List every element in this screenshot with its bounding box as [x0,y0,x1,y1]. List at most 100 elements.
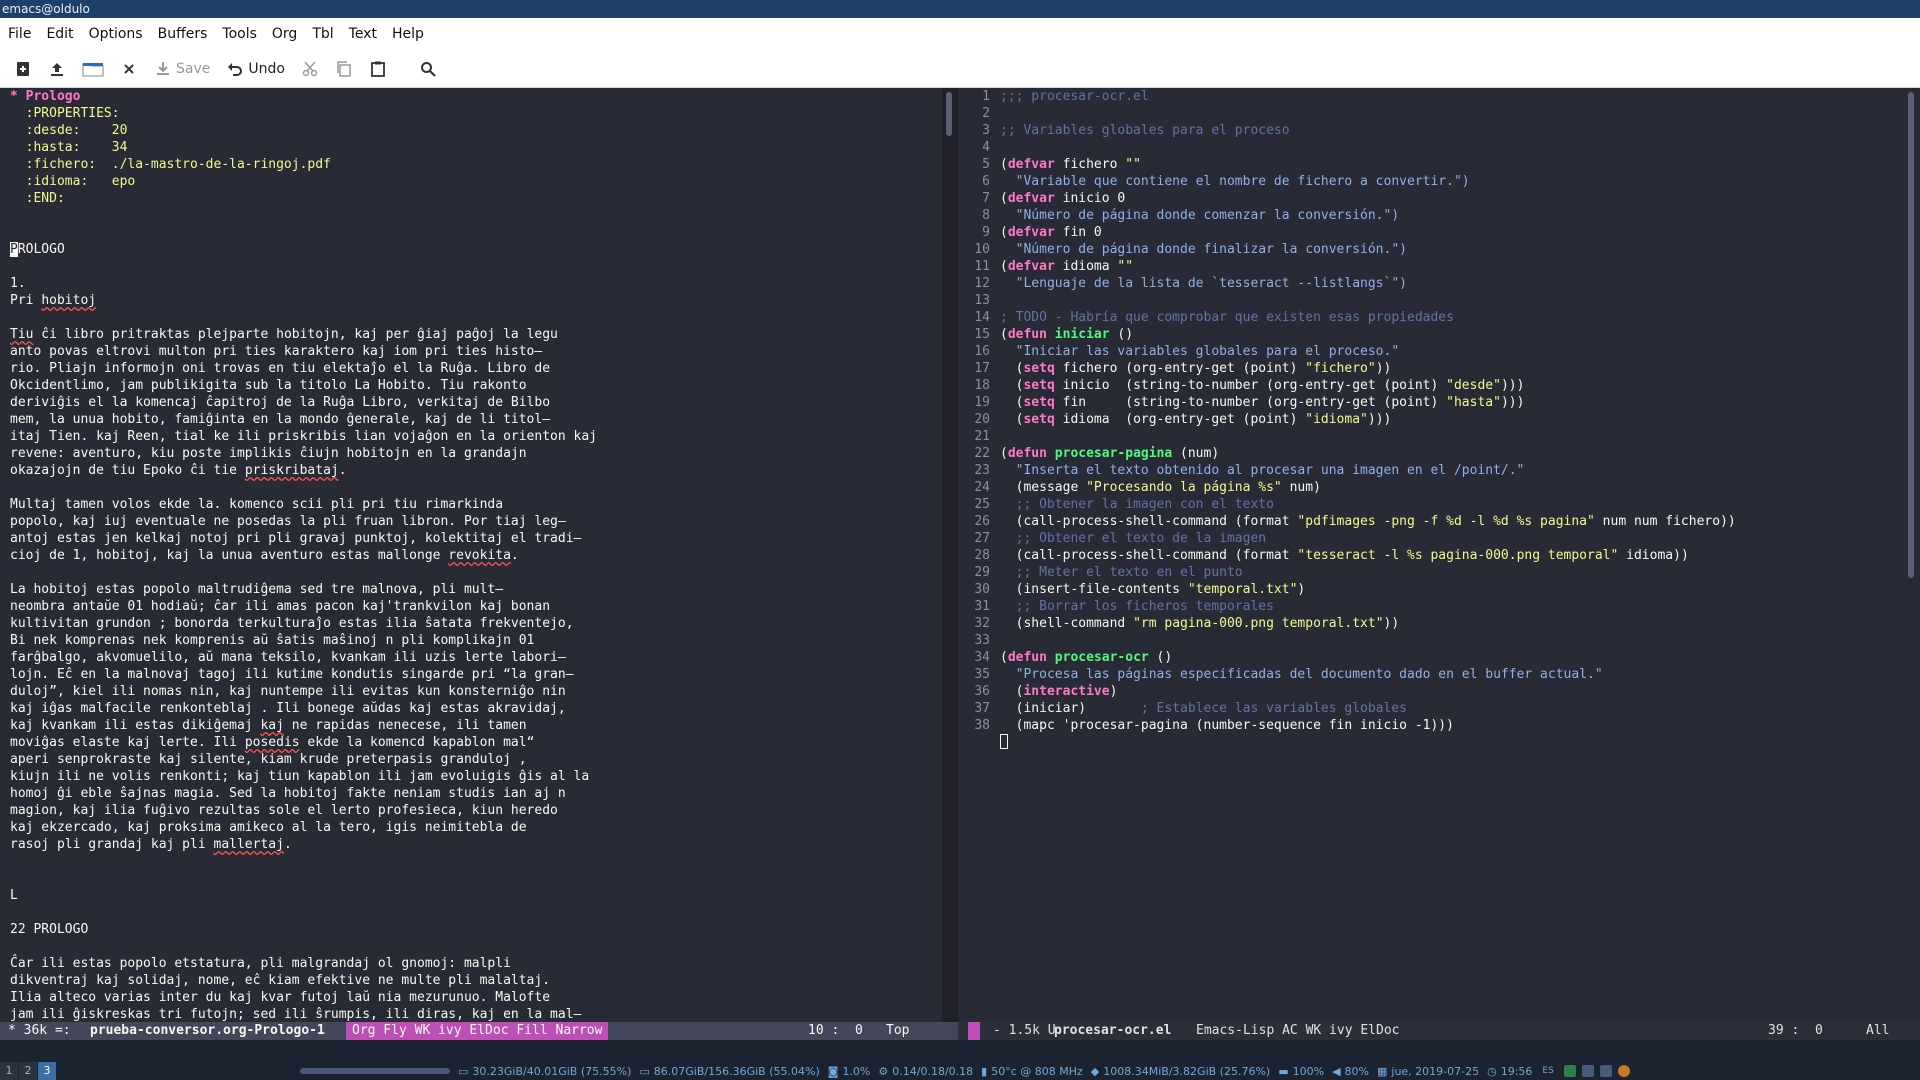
text-line[interactable]: kaj kvankam ili estas dikiĝemaj kaj ne r… [10,717,942,734]
text-line[interactable]: mem, la unua hobito, famiĝinta en la mon… [10,411,942,428]
modeline-buffer-name[interactable]: prueba-conversor.org-Prologo-1 [90,1022,325,1040]
code-line[interactable]: 18 (setq inicio (string-to-number (org-e… [958,377,1902,394]
text-line[interactable]: anto povas eltrovi multon pri ties karak… [10,343,942,360]
menu-edit[interactable]: Edit [46,26,73,42]
search-button[interactable] [419,54,437,84]
code-line[interactable]: 34 (defun procesar-ocr () [958,649,1902,666]
code-line[interactable]: 23 "Inserta el texto obtenido al procesa… [958,462,1902,479]
menu-file[interactable]: File [8,26,31,42]
code-line[interactable]: 14; TODO - Habría que comprobar que exis… [958,309,1902,326]
new-file-button[interactable] [14,54,32,84]
code-line[interactable]: 24 (message "Procesando la página %s" nu… [958,479,1902,496]
text-line[interactable]: :END: [10,190,942,207]
text-line[interactable]: jam ili ĝiskreskas tri futojn; sed ili ŝ… [10,1006,942,1022]
code-line[interactable]: 10 "Número de página donde finalizar la … [958,241,1902,258]
text-line[interactable] [10,853,942,870]
modeline-right[interactable]: - 1.5k U: procesar-ocr.el Emacs-Lisp AC … [958,1022,1920,1040]
code-line[interactable]: 9 (defvar fin 0 [958,224,1902,241]
code-line[interactable]: 22 (defun procesar-pagina (num) [958,445,1902,462]
editor-pane-right[interactable]: 1;;; procesar-ocr.el 2 3;; Variables globa… [958,88,1902,1022]
code-line[interactable]: 20 (setq idioma (org-entry-get (point) "… [958,411,1902,428]
close-buffer-button[interactable] [120,54,138,84]
text-line[interactable]: kultivitan grundon ; bonorda terkulturaĵ… [10,615,942,632]
workspace-3[interactable]: 3 [38,1062,56,1080]
text-line[interactable]: okazajojn de tiu Epoko ĉi tie priskribat… [10,462,942,479]
text-line[interactable]: rasoj pli grandaj kaj pli mallertaj. [10,836,942,853]
text-line[interactable]: :hasta: 34 [10,139,942,156]
text-line[interactable] [10,258,942,275]
code-line[interactable]: 11 (defvar idioma "" [958,258,1902,275]
text-line[interactable]: farĝbalgo, akvomuelilo, aŭ mana teksilo,… [10,649,942,666]
text-line[interactable]: homoj ĝi eble ŝajnas magia. Sed la hobit… [10,785,942,802]
text-line[interactable]: moviĝas elaste kaj lerte. Ili posedis ek… [10,734,942,751]
text-line[interactable]: Multaj tamen volos ekde la. komenco scii… [10,496,942,513]
text-line[interactable] [10,870,942,887]
code-line[interactable]: 21 [958,428,1902,445]
tray-icon-1[interactable] [1563,1065,1576,1077]
modeline-modes[interactable]: Org Fly WK ivy ElDoc Fill Narrow [346,1022,609,1040]
text-line[interactable] [10,904,942,921]
text-line[interactable]: Bi nek komprenas nek komprenis aŭ ŝatis … [10,632,942,649]
text-line[interactable]: lojn. Eĉ en la malnovaj tagoj ili kutime… [10,666,942,683]
editor-pane-left[interactable]: * Prologo :PROPERTIES: :desde: 20 :hasta… [0,88,942,1022]
code-line[interactable]: 27 ;; Obtener el texto de la imagen [958,530,1902,547]
text-line[interactable]: 1. [10,275,942,292]
text-line[interactable] [10,207,942,224]
text-line[interactable]: 22 PROLOGO [10,921,942,938]
text-line[interactable]: kiujn ili ne volis renkonti; kaj tiun ka… [10,768,942,785]
code-line[interactable]: 25 ;; Obtener la imagen con el texto [958,496,1902,513]
code-line[interactable]: 19 (setq fin (string-to-number (org-entr… [958,394,1902,411]
text-line[interactable]: rio. Pliajn informojn oni trovas en tiu … [10,360,942,377]
menu-tools[interactable]: Tools [222,26,257,42]
menu-text[interactable]: Text [349,26,377,42]
org-buffer-text[interactable]: * Prologo :PROPERTIES: :desde: 20 :hasta… [0,88,942,1022]
text-line[interactable]: deriviĝis el la komencaj ĉapitroj de la … [10,394,942,411]
code-line[interactable] [958,734,1902,751]
text-line[interactable]: Tiu ĉi libro pritraktas plejparte hobito… [10,326,942,343]
open-file-button[interactable] [48,54,66,84]
text-line[interactable]: L [10,887,942,904]
modeline-modes[interactable]: Emacs-Lisp AC WK ivy ElDoc [1196,1022,1400,1040]
text-line[interactable]: Pri hobitoj [10,292,942,309]
menu-tbl[interactable]: Tbl [312,26,333,42]
text-line[interactable] [10,938,942,955]
text-line[interactable]: magion, kaj ilia fuĝivo rezultas sole el… [10,802,942,819]
cut-button[interactable] [301,54,319,84]
text-line[interactable]: antoj estas jen kelkaj notoj pri pli gra… [10,530,942,547]
text-line[interactable]: Ilia alteco varias inter du kaj kvar fut… [10,989,942,1006]
code-line[interactable]: 32 (shell-command "rm pagina-000.png tem… [958,615,1902,632]
open-directory-button[interactable] [82,54,104,84]
undo-button[interactable]: Undo [226,54,285,84]
text-line[interactable]: neombra antaŭe 01 hodiaŭ; ĉar ili amas p… [10,598,942,615]
code-line[interactable]: 6 "Variable que contiene el nombre de fi… [958,173,1902,190]
text-line[interactable]: kaj ekzercado, kaj proksima amikeco al l… [10,819,942,836]
code-line[interactable]: 12 "Lenguaje de la lista de `tesseract -… [958,275,1902,292]
modeline-buffer-name[interactable]: procesar-ocr.el [1054,1022,1171,1040]
text-line[interactable]: * Prologo [10,88,942,105]
elisp-buffer-text[interactable]: 1;;; procesar-ocr.el 2 3;; Variables globa… [958,88,1902,751]
tray-icon-2[interactable] [1581,1065,1594,1077]
menu-buffers[interactable]: Buffers [158,26,208,42]
code-line[interactable]: 28 (call-process-shell-command (format "… [958,547,1902,564]
text-line[interactable] [10,479,942,496]
text-line[interactable]: dikventraj kaj solidaj, nome, eĉ kiam ef… [10,972,942,989]
tray-icon-3[interactable] [1599,1065,1612,1077]
text-line[interactable]: popolo, kaj iuj eventuale ne posedas la … [10,513,942,530]
text-line[interactable]: :PROPERTIES: [10,105,942,122]
code-line[interactable]: 15 (defun iniciar () [958,326,1902,343]
tray-icon-4[interactable] [1617,1065,1630,1077]
text-line[interactable]: La hobitoj estas popolo maltrudiĝema sed… [10,581,942,598]
text-line[interactable]: revene: aventuro, kiu poste implikis ĉiu… [10,445,942,462]
text-line[interactable] [10,309,942,326]
scrollbar-left[interactable] [946,92,952,136]
text-line[interactable]: aperi senprokraste kaj silente, kiam kru… [10,751,942,768]
text-line[interactable]: :desde: 20 [10,122,942,139]
text-line[interactable]: cioj de 1, hobitoj, kaj la unua aventuro… [10,547,942,564]
status-volume[interactable]: ◀ 80% [1332,1065,1369,1078]
code-line[interactable]: 29 ;; Meter el texto en el punto [958,564,1902,581]
text-line[interactable]: kaj iĝas malfacile renkonteblaj . Ili bo… [10,700,942,717]
menu-org[interactable]: Org [272,26,297,42]
code-line[interactable]: 2 [958,105,1902,122]
scrollbar-right[interactable] [1908,92,1914,578]
code-line[interactable]: 3;; Variables globales para el proceso [958,122,1902,139]
